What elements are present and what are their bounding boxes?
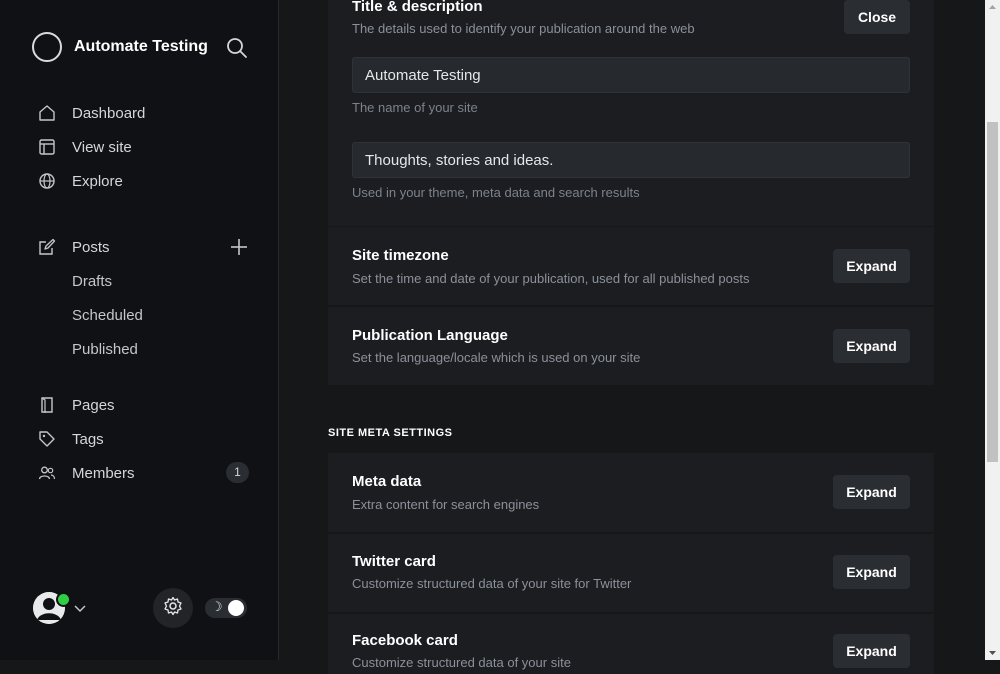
edit-icon xyxy=(38,238,56,256)
members-count-badge: 1 xyxy=(226,462,249,483)
online-status-dot xyxy=(56,592,71,607)
close-button[interactable]: Close xyxy=(844,0,910,34)
card-description: Set the time and date of your publicatio… xyxy=(352,271,750,286)
nav-label: Dashboard xyxy=(72,104,146,122)
toggle-knob xyxy=(228,600,244,616)
timezone-card: Site timezone Set the time and date of y… xyxy=(328,227,934,305)
nav-label: Members xyxy=(72,464,135,482)
site-title-input[interactable] xyxy=(352,57,910,93)
nav-label: Explore xyxy=(72,172,123,190)
scroll-down-arrow-icon[interactable] xyxy=(985,645,1000,660)
card-description: The details used to identify your public… xyxy=(352,21,695,36)
scroll-up-arrow-icon[interactable] xyxy=(985,0,1000,15)
layout-icon xyxy=(38,138,56,156)
card-description: Customize structured data of your site f… xyxy=(352,576,632,591)
card-description: Set the language/locale which is used on… xyxy=(352,350,641,365)
brand[interactable]: Automate Testing xyxy=(32,32,208,62)
card-title: Meta data xyxy=(352,473,422,490)
nav-view-site[interactable]: View site xyxy=(38,137,132,157)
card-title: Publication Language xyxy=(352,327,508,344)
search-icon[interactable] xyxy=(226,37,248,59)
main-content: Title & description The details used to … xyxy=(279,0,985,674)
card-description: Customize structured data of your site xyxy=(352,655,571,670)
card-title: Title & description xyxy=(352,0,483,15)
expand-twitter-button[interactable]: Expand xyxy=(833,555,910,589)
dark-mode-toggle[interactable]: ☽ xyxy=(205,598,247,618)
nav-tags[interactable]: Tags xyxy=(38,429,104,449)
card-description: Extra content for search engines xyxy=(352,497,540,512)
card-title: Facebook card xyxy=(352,632,458,649)
moon-icon: ☽ xyxy=(211,600,223,615)
nav-pages[interactable]: Pages xyxy=(38,395,115,415)
tag-icon xyxy=(38,430,56,448)
card-title: Site timezone xyxy=(352,247,449,264)
expand-language-button[interactable]: Expand xyxy=(833,329,910,363)
section-heading: SITE META SETTINGS xyxy=(328,427,453,439)
nav-label: Pages xyxy=(72,396,115,414)
nav-scheduled[interactable]: Scheduled xyxy=(72,307,143,324)
gear-icon xyxy=(163,596,183,621)
site-logo-icon xyxy=(32,32,62,62)
nav-drafts[interactable]: Drafts xyxy=(72,273,112,290)
nav-explore[interactable]: Explore xyxy=(38,171,123,191)
meta-data-card: Meta data Extra content for search engin… xyxy=(328,453,934,532)
expand-meta-data-button[interactable]: Expand xyxy=(833,475,910,509)
settings-button[interactable] xyxy=(153,588,193,628)
site-description-input[interactable] xyxy=(352,142,910,178)
nav-label: Tags xyxy=(72,430,104,448)
language-card: Publication Language Set the language/lo… xyxy=(328,307,934,385)
page-icon xyxy=(38,396,56,414)
home-icon xyxy=(38,104,56,122)
nav-label: Posts xyxy=(72,238,110,256)
nav-label: View site xyxy=(72,138,132,156)
twitter-card: Twitter card Customize structured data o… xyxy=(328,534,934,612)
facebook-card: Facebook card Customize structured data … xyxy=(328,614,934,674)
nav-dashboard[interactable]: Dashboard xyxy=(38,103,145,123)
globe-icon xyxy=(38,172,56,190)
nav-posts[interactable]: Posts xyxy=(38,237,110,257)
sidebar: Automate Testing Dashboard View site Exp… xyxy=(0,0,279,660)
new-post-plus-icon[interactable] xyxy=(229,237,249,257)
site-name: Automate Testing xyxy=(74,38,208,55)
nav-members[interactable]: Members xyxy=(38,463,135,483)
site-description-hint: Used in your theme, meta data and search… xyxy=(352,185,640,200)
expand-facebook-button[interactable]: Expand xyxy=(833,634,910,668)
scrollbar[interactable] xyxy=(985,0,1000,660)
members-icon xyxy=(38,464,56,482)
scrollbar-thumb[interactable] xyxy=(987,122,998,462)
chevron-down-icon[interactable] xyxy=(74,602,86,614)
site-title-hint: The name of your site xyxy=(352,100,478,115)
card-title: Twitter card xyxy=(352,553,436,570)
expand-timezone-button[interactable]: Expand xyxy=(833,249,910,283)
title-description-card: Title & description The details used to … xyxy=(328,0,934,226)
nav-published[interactable]: Published xyxy=(72,341,138,358)
